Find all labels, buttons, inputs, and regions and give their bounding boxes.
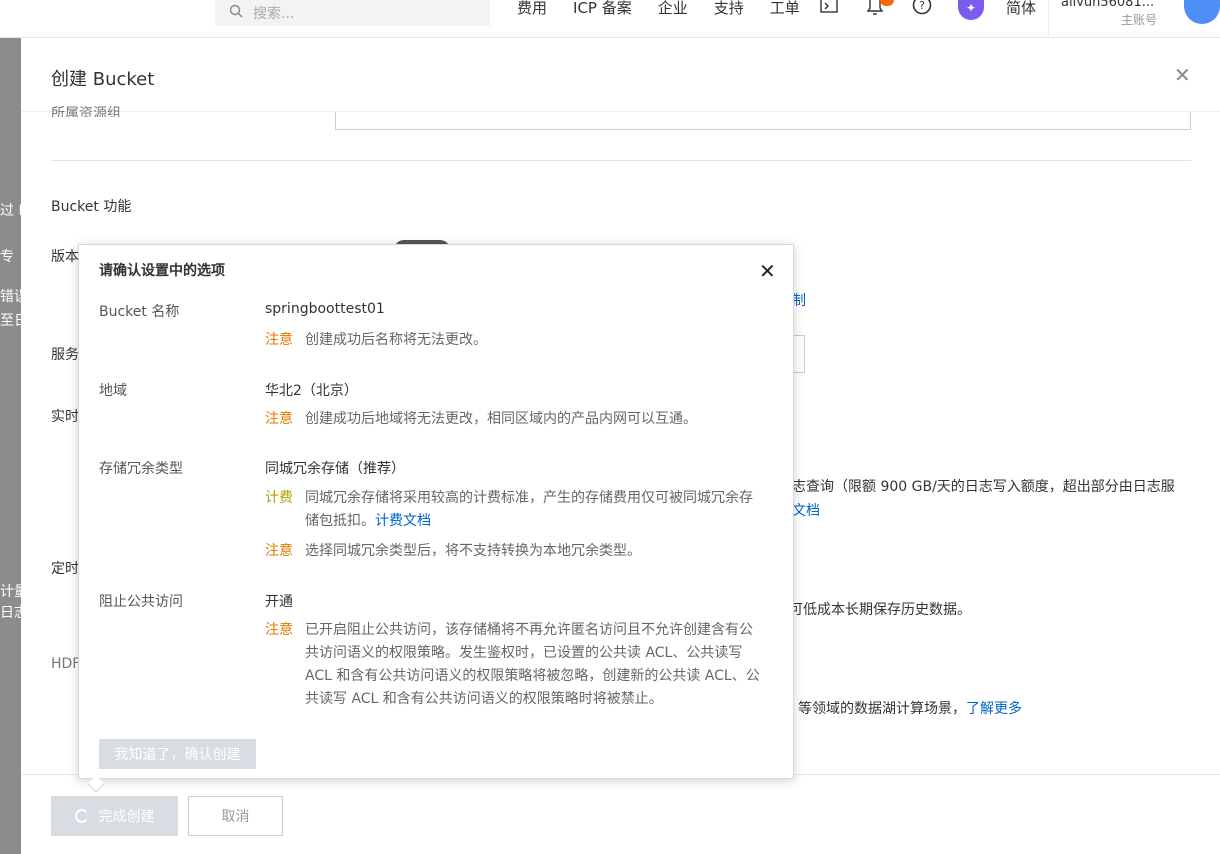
versioning-label: 版本 — [51, 249, 79, 265]
svg-text:?: ? — [919, 0, 925, 12]
scheduled-backup-label: 定时 — [51, 561, 79, 577]
close-icon[interactable]: ✕ — [759, 259, 776, 283]
bucket-name-value: springboottest01 — [265, 301, 385, 317]
nav-enterprise[interactable]: 企业 — [658, 0, 688, 20]
global-search-input[interactable]: 搜索... — [215, 0, 490, 26]
fee-note-text: 同城冗余存储将采用较高的计费标准，产生的存储费用仅可被同城冗余存储包抵扣。 — [305, 490, 753, 529]
lake-description: 等领域的数据湖计算场景，了解更多 — [798, 698, 1022, 718]
block-public-access-note: 注意 已开启阻止公共访问，该存储桶将不再允许匿名访问且不允许创建含有公共访问语义… — [265, 619, 765, 711]
close-icon[interactable]: ✕ — [1174, 63, 1191, 87]
complete-create-label: 完成创建 — [98, 809, 155, 825]
region-value: 华北2（北京） — [265, 383, 358, 399]
redundancy-fee-note: 计费 同城冗余存储将采用较高的计费标准，产生的存储费用仅可被同城冗余存储包抵扣。… — [265, 487, 765, 533]
notification-badge — [880, 0, 894, 6]
section-title: Bucket 功能 — [51, 199, 132, 215]
encryption-label: 服务 — [51, 347, 79, 363]
block-public-access-label: 阻止公共访问 — [99, 594, 183, 610]
note-text: 已开启阻止公共访问，该存储桶将不再允许匿名访问且不允许创建含有公共访问语义的权限… — [305, 622, 760, 707]
copy-link[interactable]: 制 — [792, 290, 806, 310]
billing-doc-link[interactable]: 计费文档 — [375, 513, 431, 529]
bucket-name-note: 注意 创建成功后名称将无法更改。 — [265, 329, 765, 352]
top-navigation-bar: 搜索... 费用 ICP 备案 企业 支持 工单 ? ✦ 简体 aliyun56… — [0, 0, 1220, 38]
bg-text: 专 — [0, 249, 14, 265]
search-icon — [229, 4, 243, 22]
drawer-header: 创建 Bucket ✕ — [21, 38, 1220, 112]
note-tag: 注意 — [265, 543, 293, 559]
redundancy-value: 同城冗余存储（推荐） — [265, 461, 405, 477]
bucket-name-label: Bucket 名称 — [99, 304, 180, 320]
section-divider — [51, 160, 1191, 161]
nav-ticket[interactable]: 工单 — [770, 0, 800, 20]
learn-more-link[interactable]: 了解更多 — [966, 701, 1022, 717]
confirm-create-button[interactable]: 我知道了，确认创建 — [99, 739, 256, 769]
history-description: 可低成本长期保存历史数据。 — [789, 602, 971, 618]
complete-create-button[interactable]: 完成创建 — [51, 796, 178, 836]
note-tag: 注意 — [265, 622, 293, 638]
region-label: 地域 — [99, 383, 127, 399]
background-overlay: 过 B 专 错误 至日 计量 日志 — [0, 38, 28, 854]
search-placeholder: 搜索... — [253, 6, 295, 22]
note-text: 创建成功后地域将无法更改，相同区域内的产品内网可以互通。 — [305, 411, 697, 427]
popover-title: 请确认设置中的选项 — [99, 263, 225, 279]
loading-spinner-icon — [74, 809, 89, 823]
account-menu[interactable]: aliyun56081... 主账号 — [1048, 0, 1220, 38]
log-description: 志查询（限额 900 GB/天的日志写入额度，超出部分由日志服 — [792, 479, 1175, 495]
realtime-log-label: 实时 — [51, 409, 79, 425]
top-icon-group: ? ✦ — [820, 0, 984, 20]
resource-group-select[interactable] — [335, 112, 1191, 130]
nav-support[interactable]: 支持 — [714, 0, 744, 20]
assistant-icon[interactable]: ✦ — [958, 0, 984, 20]
nav-icp[interactable]: ICP 备案 — [573, 0, 632, 20]
confirm-settings-popover: 请确认设置中的选项 ✕ Bucket 名称 springboottest01 注… — [78, 244, 794, 779]
note-text: 同城冗余存储将采用较高的计费标准，产生的存储费用仅可被同城冗余存储包抵扣。计费文… — [305, 487, 765, 533]
log-doc-link[interactable]: 文档 — [792, 500, 820, 520]
note-tag: 计费 — [265, 490, 293, 506]
redundancy-note: 注意 选择同城冗余类型后，将不支持转换为本地冗余类型。 — [265, 540, 765, 563]
hdfs-label: HDF — [51, 656, 81, 672]
block-public-access-value: 开通 — [265, 594, 293, 610]
drawer-title: 创建 Bucket — [51, 69, 155, 90]
help-icon[interactable]: ? — [912, 0, 932, 18]
lake-text: 等领域的数据湖计算场景， — [798, 701, 966, 717]
language-switch[interactable]: 简体 — [1006, 0, 1036, 16]
redundancy-label: 存储冗余类型 — [99, 461, 183, 477]
note-text: 选择同城冗余类型后，将不支持转换为本地冗余类型。 — [305, 543, 641, 559]
terminal-icon[interactable] — [820, 0, 840, 18]
nav-billing[interactable]: 费用 — [517, 0, 547, 20]
note-tag: 注意 — [265, 411, 293, 427]
note-text: 创建成功后名称将无法更改。 — [305, 332, 487, 348]
region-note: 注意 创建成功后地域将无法更改，相同区域内的产品内网可以互通。 — [265, 408, 765, 431]
cancel-button[interactable]: 取消 — [188, 796, 283, 836]
resource-group-label: 所属资源组 — [51, 106, 121, 117]
top-nav-links: 费用 ICP 备案 企业 支持 工单 — [517, 0, 826, 20]
note-tag: 注意 — [265, 332, 293, 348]
drawer-footer: 完成创建 取消 — [21, 774, 1220, 854]
